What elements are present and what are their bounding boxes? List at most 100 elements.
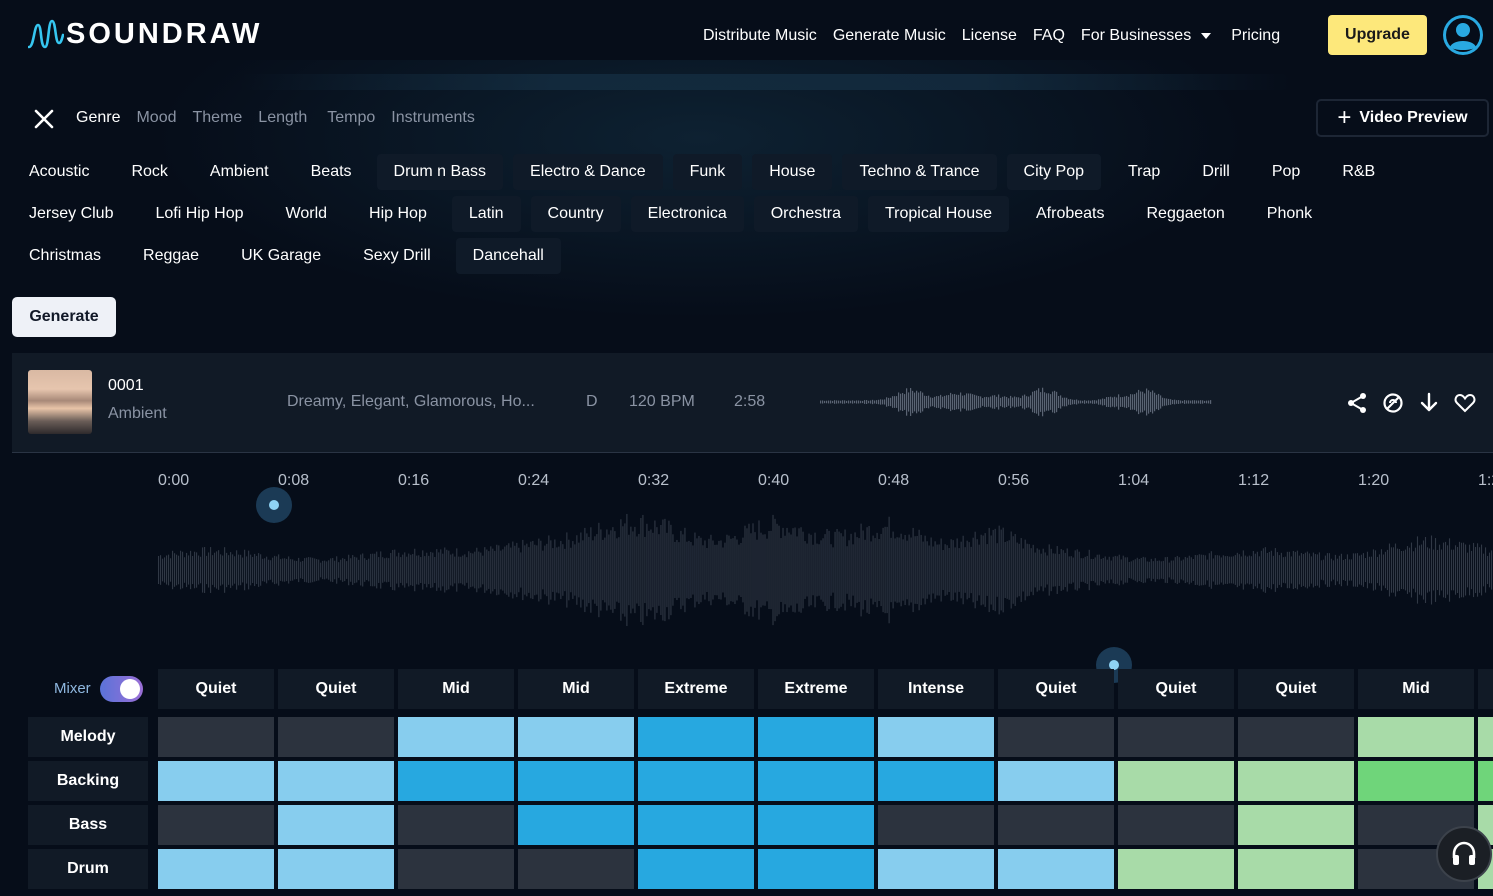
level-label[interactable]: Quiet (158, 669, 274, 709)
genre-chip[interactable]: R&B (1325, 154, 1392, 190)
mixer-cell-melody[interactable] (398, 717, 514, 757)
level-label[interactable]: Mid (518, 669, 634, 709)
mixer-cell-bass[interactable] (1238, 805, 1354, 845)
share-icon[interactable] (1346, 392, 1368, 414)
mixer-cell-drum[interactable] (278, 849, 394, 889)
mixer-cell-bass[interactable] (1118, 805, 1234, 845)
genre-chip[interactable]: City Pop (1006, 154, 1101, 190)
mixer-cell-melody[interactable] (1118, 717, 1234, 757)
nav-distribute-music[interactable]: Distribute Music (703, 27, 817, 45)
genre-chip[interactable]: Country (530, 196, 621, 232)
mixer-cell-backing[interactable] (1478, 761, 1493, 801)
mixer-cell-bass[interactable] (158, 805, 274, 845)
nav-faq[interactable]: FAQ (1033, 27, 1065, 45)
mixer-cell-drum[interactable] (158, 849, 274, 889)
mixer-cell-bass[interactable] (398, 805, 514, 845)
level-label[interactable] (1478, 669, 1493, 709)
mixer-cell-drum[interactable] (998, 849, 1114, 889)
soundraw-logo[interactable]: SOUNDRAW (28, 16, 262, 52)
mixer-cell-backing[interactable] (878, 761, 994, 801)
close-icon[interactable] (34, 109, 54, 129)
tab-mood[interactable]: Mood (136, 109, 176, 127)
mixer-cell-backing[interactable] (158, 761, 274, 801)
tab-theme[interactable]: Theme (193, 109, 243, 127)
nav-generate-music[interactable]: Generate Music (833, 27, 946, 45)
genre-chip[interactable]: Orchestra (753, 196, 858, 232)
genre-chip[interactable]: Acoustic (12, 154, 106, 190)
mixer-cell-melody[interactable] (278, 717, 394, 757)
heart-icon[interactable] (1454, 392, 1476, 414)
level-label[interactable]: Quiet (998, 669, 1114, 709)
mixer-cell-melody[interactable] (878, 717, 994, 757)
mixer-cell-drum[interactable] (1118, 849, 1234, 889)
nav-for-businesses[interactable]: For Businesses (1081, 27, 1212, 45)
mixer-cell-backing[interactable] (758, 761, 874, 801)
mixer-cell-bass[interactable] (998, 805, 1114, 845)
mixer-cell-bass[interactable] (758, 805, 874, 845)
level-label[interactable]: Intense (878, 669, 994, 709)
mixer-cell-backing[interactable] (638, 761, 754, 801)
mixer-cell-backing[interactable] (398, 761, 514, 801)
level-label[interactable]: Quiet (1238, 669, 1354, 709)
mixer-cell-melody[interactable] (518, 717, 634, 757)
mixer-cell-melody[interactable] (158, 717, 274, 757)
genre-chip[interactable]: House (752, 154, 833, 190)
mixer-cell-bass[interactable] (278, 805, 394, 845)
mixer-cell-drum[interactable] (518, 849, 634, 889)
level-label[interactable]: Quiet (1118, 669, 1234, 709)
track-row[interactable]: 0001 Ambient Dreamy, Elegant, Glamorous,… (12, 353, 1493, 453)
download-icon[interactable] (1418, 392, 1440, 414)
track-mini-waveform[interactable] (820, 386, 1212, 418)
mixer-cell-melody[interactable] (638, 717, 754, 757)
genre-chip[interactable]: Drill (1185, 154, 1247, 190)
genre-chip[interactable]: Drum n Bass (376, 154, 504, 190)
mixer-cell-melody[interactable] (1358, 717, 1474, 757)
mixer-cell-melody[interactable] (998, 717, 1114, 757)
mixer-cell-drum[interactable] (1238, 849, 1354, 889)
level-label[interactable]: Extreme (758, 669, 874, 709)
mixer-cell-drum[interactable] (878, 849, 994, 889)
genre-chip[interactable]: World (269, 196, 345, 232)
genre-chip[interactable]: Latin (451, 196, 521, 232)
tab-length[interactable]: Length (258, 109, 307, 127)
mixer-cell-bass[interactable] (638, 805, 754, 845)
tab-tempo[interactable]: Tempo (327, 109, 375, 127)
generate-button[interactable]: Generate (12, 297, 116, 337)
genre-chip[interactable]: Ambient (193, 154, 286, 190)
mixer-cell-bass[interactable] (518, 805, 634, 845)
mixer-cell-drum[interactable] (758, 849, 874, 889)
level-label[interactable]: Extreme (638, 669, 754, 709)
nav-pricing[interactable]: Pricing (1231, 27, 1280, 45)
genre-chip[interactable]: Sexy Drill (346, 238, 448, 274)
mixer-cell-melody[interactable] (1238, 717, 1354, 757)
genre-chip[interactable]: Pop (1255, 154, 1317, 190)
genre-chip[interactable]: Electro & Dance (513, 154, 663, 190)
genre-chip[interactable]: Reggaeton (1129, 196, 1241, 232)
genre-chip[interactable]: Trap (1111, 154, 1177, 190)
genre-chip[interactable]: Beats (294, 154, 369, 190)
mixer-cell-drum[interactable] (398, 849, 514, 889)
tab-genre[interactable]: Genre (76, 109, 120, 127)
support-button[interactable] (1436, 826, 1492, 882)
mixer-cell-backing[interactable] (278, 761, 394, 801)
mixer-cell-backing[interactable] (518, 761, 634, 801)
mixer-cell-backing[interactable] (1118, 761, 1234, 801)
genre-chip[interactable]: Jersey Club (12, 196, 130, 232)
video-preview-button[interactable]: + Video Preview (1316, 99, 1489, 137)
genre-chip[interactable]: Rock (114, 154, 184, 190)
mixer-cell-backing[interactable] (1358, 761, 1474, 801)
genre-chip[interactable]: UK Garage (224, 238, 338, 274)
tab-instruments[interactable]: Instruments (391, 109, 475, 127)
genre-chip[interactable]: Hip Hop (352, 196, 444, 232)
level-label[interactable]: Mid (398, 669, 514, 709)
genre-chip[interactable]: Christmas (12, 238, 118, 274)
upgrade-button[interactable]: Upgrade (1328, 15, 1427, 55)
level-label[interactable]: Quiet (278, 669, 394, 709)
block-similar-icon[interactable] (1382, 392, 1404, 414)
genre-chip[interactable]: Techno & Trance (842, 154, 997, 190)
mixer-cell-backing[interactable] (998, 761, 1114, 801)
user-avatar-icon[interactable] (1443, 15, 1483, 55)
mixer-cell-melody[interactable] (1478, 717, 1493, 757)
nav-license[interactable]: License (962, 27, 1017, 45)
genre-chip[interactable]: Dancehall (455, 238, 561, 274)
